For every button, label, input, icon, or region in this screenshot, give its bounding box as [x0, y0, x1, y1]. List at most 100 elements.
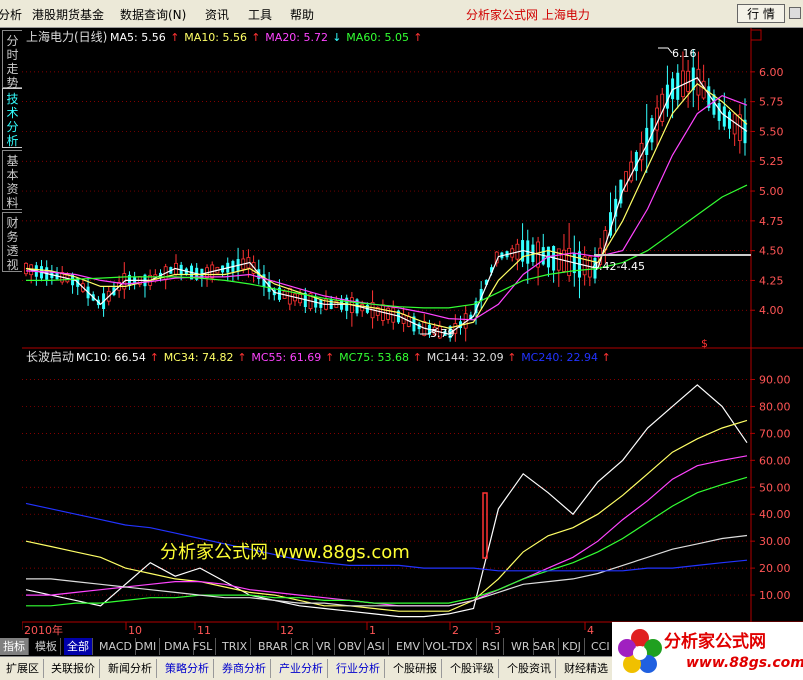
tab-brar[interactable]: BRAR — [255, 638, 292, 655]
bottom-button-8[interactable]: 个股评级 — [446, 659, 499, 678]
price-tick-label: 4.75 — [759, 215, 784, 228]
osc-tick-label: 90.00 — [759, 373, 791, 386]
price-indicator-arrow: ↑ — [413, 31, 422, 44]
osc-tick-label: 80.00 — [759, 400, 791, 413]
bottom-button-3[interactable]: 策略分析 — [161, 659, 214, 678]
osc-indicator-arrow: ↑ — [602, 351, 611, 364]
side-tab-technical[interactable]: 技术分析 — [2, 88, 22, 148]
osc-tick-label: 10.00 — [759, 589, 791, 602]
menu-hk-futures-funds[interactable]: 港股期货基金 — [32, 6, 104, 23]
price-tick-label: 5.25 — [759, 155, 784, 168]
tab-emv[interactable]: EMV — [393, 638, 424, 655]
bottom-button-1[interactable]: 关联报价 — [47, 659, 100, 678]
tab-rsi[interactable]: RSI — [479, 638, 504, 655]
tab-模板[interactable]: 模板 — [32, 638, 61, 655]
osc-indicator-arrow: ↑ — [150, 351, 159, 364]
osc-panel-title: 长波启动 — [26, 350, 74, 364]
logo-url: www.88gs.com — [686, 655, 803, 671]
oscillator-indicator-values: MC10: 66.54 ↑ MC34: 74.82 ↑ MC55: 61.69 ↑ MC75… — [76, 351, 611, 364]
price-indicator-0: MA5: 5.56 — [110, 31, 166, 44]
menu-analysis[interactable]: 分析 — [0, 6, 22, 23]
tab-dma[interactable]: DMA — [161, 638, 194, 655]
bottom-button-5[interactable]: 产业分析 — [275, 659, 328, 678]
window-button[interactable] — [789, 7, 801, 19]
candle-body — [634, 151, 638, 172]
x-tick-label: 1 — [369, 624, 376, 637]
tab-vol-tdx[interactable]: VOL-TDX — [422, 638, 477, 655]
tab-trix[interactable]: TRIX — [219, 638, 252, 655]
bottom-button-4[interactable]: 券商分析 — [218, 659, 271, 678]
candle-body — [650, 118, 654, 143]
bottom-button-10[interactable]: 财经精选 — [560, 659, 613, 678]
menu-bar: 分析 港股期货基金 数据查询(N) 资讯 工具 帮助 分析家公式网 上海电力 行… — [0, 0, 803, 28]
price-panel-title: 上海电力(日线) — [26, 29, 107, 44]
chart-area[interactable]: 6.00 5.75 5.50 5.25 5.00 4.75 4.50 4.25 4.00 90.0… — [22, 28, 803, 638]
logo-text: 分析家公式网 — [664, 632, 766, 652]
x-tick-label: 4 — [587, 624, 594, 637]
x-tick-label: 2010年 — [24, 623, 63, 637]
osc-indicator-2: MC55: 61.69 — [251, 351, 321, 364]
tab-指标[interactable]: 指标 — [0, 638, 29, 655]
osc-tick-label: 60.00 — [759, 454, 791, 467]
osc-tick-label: 20.00 — [759, 562, 791, 575]
x-tick-label: 2 — [452, 624, 459, 637]
menu-tools[interactable]: 工具 — [248, 6, 272, 23]
bottom-button-2[interactable]: 新闻分析 — [104, 659, 157, 678]
side-tab-fundamentals[interactable]: 基本资料 — [2, 150, 22, 210]
osc-tick-label: 50.00 — [759, 481, 791, 494]
bottom-button-6[interactable]: 行业分析 — [332, 659, 385, 678]
price-tick-label: 4.50 — [759, 245, 784, 258]
menu-data-query[interactable]: 数据查询(N) — [120, 6, 186, 23]
price-indicator-arrow: ↑ — [251, 31, 260, 44]
osc-tick-label: 40.00 — [759, 508, 791, 521]
bottom-button-7[interactable]: 个股研报 — [389, 659, 442, 678]
price-tick-label: 5.75 — [759, 96, 784, 109]
tab-全部[interactable]: 全部 — [64, 638, 93, 655]
tab-obv[interactable]: OBV — [335, 638, 366, 655]
osc-indicator-0: MC10: 66.54 — [76, 351, 146, 364]
price-indicator-1: MA10: 5.56 — [184, 31, 247, 44]
price-tick-label: 5.00 — [759, 185, 784, 198]
menu-news[interactable]: 资讯 — [205, 6, 229, 23]
x-tick-label: 12 — [280, 624, 294, 637]
x-tick-label: 10 — [128, 624, 142, 637]
tab-vr[interactable]: VR — [313, 638, 336, 655]
watermark: 分析家公式网 www.88gs.com — [160, 542, 410, 563]
tab-macd[interactable]: MACD — [96, 638, 136, 655]
brand-title: 分析家公式网 上海电力 — [466, 8, 590, 22]
low-annotation: 3.79 — [430, 327, 455, 340]
tab-fsl[interactable]: FSL — [190, 638, 217, 655]
menu-help[interactable]: 帮助 — [290, 6, 314, 23]
tab-cr[interactable]: CR — [291, 638, 314, 655]
side-tabs: 分时走势 技术分析 基本资料 财务透视 — [0, 28, 22, 624]
candle-body — [660, 93, 665, 122]
price-tick-label: 4.25 — [759, 274, 784, 287]
price-indicator-2: MA20: 5.72 — [265, 31, 328, 44]
price-indicator-arrow: ↑ — [170, 31, 179, 44]
candle-body — [696, 68, 701, 96]
osc-indicator-5: MC240: 22.94 — [521, 351, 598, 364]
quote-button[interactable]: 行 情 — [737, 4, 785, 23]
osc-indicator-arrow: ↑ — [507, 351, 516, 364]
tab-cci[interactable]: CCI — [588, 638, 614, 655]
price-indicator-values: MA5: 5.56 ↑ MA10: 5.56 ↑ MA20: 5.72 ↓ MA60: 5.… — [110, 31, 423, 44]
price-tick-label: 5.50 — [759, 125, 784, 138]
side-tab-intraday[interactable]: 分时走势 — [2, 30, 22, 90]
candle-body — [717, 103, 721, 121]
tab-asi[interactable]: ASI — [364, 638, 389, 655]
tab-sar[interactable]: SAR — [530, 638, 560, 655]
x-tick-label: 3 — [494, 624, 501, 637]
tab-dmi[interactable]: DMI — [132, 638, 161, 655]
flower-logo-icon — [618, 629, 662, 673]
side-tab-financials[interactable]: 财务透视 — [2, 212, 22, 272]
osc-indicator-arrow: ↑ — [237, 351, 246, 364]
tab-kdj[interactable]: KDJ — [559, 638, 585, 655]
price-indicator-3: MA60: 5.05 — [346, 31, 409, 44]
bottom-button-0[interactable]: 扩展区 — [2, 659, 44, 678]
range-annotation: 4.42-4.45 — [592, 260, 645, 273]
high-annotation: 6.16 — [672, 47, 697, 60]
bottom-button-9[interactable]: 个股资讯 — [503, 659, 556, 678]
candle-body — [712, 94, 716, 115]
price-indicator-arrow: ↓ — [332, 31, 341, 44]
price-tick-label: 4.00 — [759, 304, 784, 317]
